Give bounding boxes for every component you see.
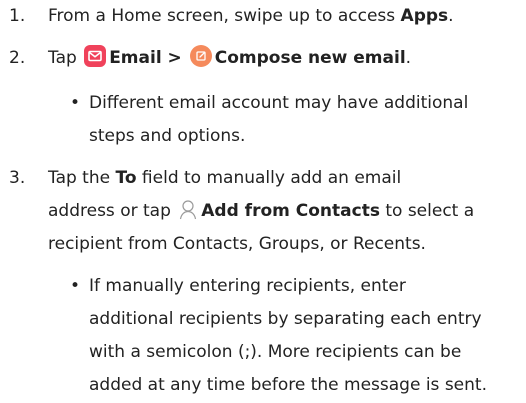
bullet-line: If manually entering recipients, enter [89, 276, 406, 296]
bullet-text: If manually entering recipients, enter a… [89, 270, 526, 402]
step-text: Tap the To field to manually add an emai… [48, 162, 518, 261]
email-app-icon [84, 45, 107, 67]
step-number: 3. [9, 168, 26, 188]
bullet-dot: • [70, 93, 81, 113]
step-text: Tap Email > Compose new email. [48, 42, 518, 75]
to-field-label: To [115, 168, 137, 188]
bullet-line: Different email account may have additio… [89, 93, 469, 113]
compose-icon [189, 45, 212, 67]
step-number: 1. [9, 6, 26, 26]
step-3-text: field to manually add an email [136, 168, 402, 188]
step-1-text: From a Home screen, swipe up to access [48, 6, 401, 26]
bullet-line: steps and options. [89, 126, 246, 146]
apps-label: Apps [400, 6, 449, 26]
bullet-line: added at any time before the message is … [89, 375, 487, 395]
add-from-contacts-label: Add from Contacts [201, 201, 380, 221]
compose-label: Compose new email [214, 48, 406, 68]
step-3-text: address or tap [48, 201, 177, 221]
step-3-text: to select a [379, 201, 475, 221]
tap-word: Tap [48, 48, 83, 68]
step-number: 2. [9, 48, 26, 68]
step-text: From a Home screen, swipe up to access A… [48, 0, 518, 33]
bullet-line: with a semicolon (;). More recipients ca… [89, 342, 462, 362]
bullet-dot: • [70, 276, 81, 296]
step-1-period: . [448, 6, 454, 26]
bullet-text: Different email account may have additio… [89, 87, 526, 153]
step-3-text: recipient from Contacts, Groups, or Rece… [48, 234, 426, 254]
breadcrumb-separator: > [161, 48, 188, 68]
email-label: Email [109, 48, 162, 68]
bullet-line: additional recipients by separating each… [89, 309, 482, 329]
step-2-period: . [405, 48, 412, 68]
contact-icon [177, 198, 199, 220]
step-3-text: Tap the [48, 168, 116, 188]
